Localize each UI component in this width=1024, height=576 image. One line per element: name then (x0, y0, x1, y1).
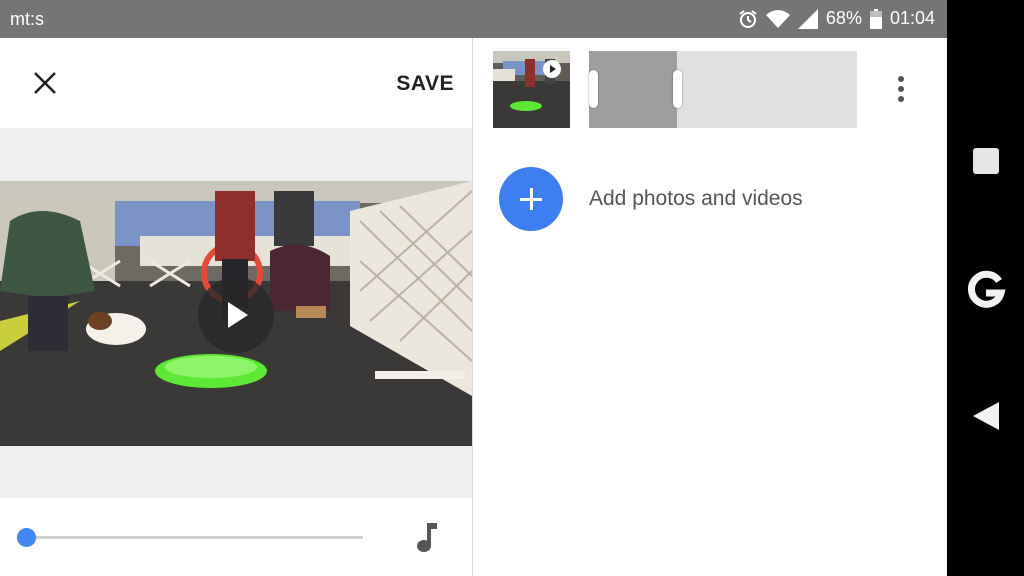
trim-bar[interactable] (589, 51, 857, 128)
video-preview[interactable] (0, 181, 472, 446)
more-vert-icon (898, 76, 904, 82)
battery-icon (869, 8, 882, 29)
clip-thumbnail-image (493, 51, 570, 128)
playback-controls (0, 498, 472, 576)
timeline-pane: Add photos and videos (473, 38, 947, 576)
carrier-label: mt:s (10, 9, 44, 29)
clip-thumbnail[interactable] (493, 51, 570, 128)
more-vert-dot (898, 96, 904, 102)
editor-pane: SAVE (0, 38, 472, 576)
trim-start-handle[interactable] (589, 70, 598, 108)
wifi-icon (765, 9, 790, 28)
add-button[interactable] (499, 167, 563, 231)
close-icon (34, 72, 56, 94)
system-nav-bar (947, 0, 1024, 576)
editor-toolbar: SAVE (0, 38, 472, 128)
seek-bar[interactable] (26, 536, 363, 539)
home-button[interactable] (965, 269, 1007, 311)
save-button[interactable]: SAVE (396, 72, 454, 96)
more-vert-dot (898, 86, 904, 92)
status-bar: mt:s 68% 01:04 (0, 0, 947, 38)
music-note-icon (417, 523, 437, 552)
close-button[interactable] (30, 68, 60, 98)
play-button[interactable] (198, 277, 274, 353)
recents-button[interactable] (973, 148, 999, 174)
status-icons: 68% 01:04 (738, 8, 935, 29)
back-icon (973, 402, 999, 430)
alarm-icon (738, 9, 758, 29)
battery-percent: 68% (825, 8, 862, 28)
more-options-button[interactable] (896, 76, 906, 104)
add-media-row[interactable]: Add photos and videos (499, 166, 803, 232)
add-media-label[interactable]: Add photos and videos (589, 187, 803, 211)
play-icon (228, 302, 248, 328)
trim-selection (589, 51, 678, 128)
google-icon (967, 270, 1006, 308)
trim-end-handle[interactable] (672, 70, 682, 108)
app-window: SAVE Add photos and videos (0, 38, 947, 576)
preview-area (0, 128, 472, 498)
seek-thumb[interactable] (16, 528, 36, 547)
back-button[interactable] (971, 400, 1001, 432)
music-button[interactable] (414, 521, 440, 558)
signal-icon (797, 8, 818, 29)
clock: 01:04 (889, 8, 935, 28)
